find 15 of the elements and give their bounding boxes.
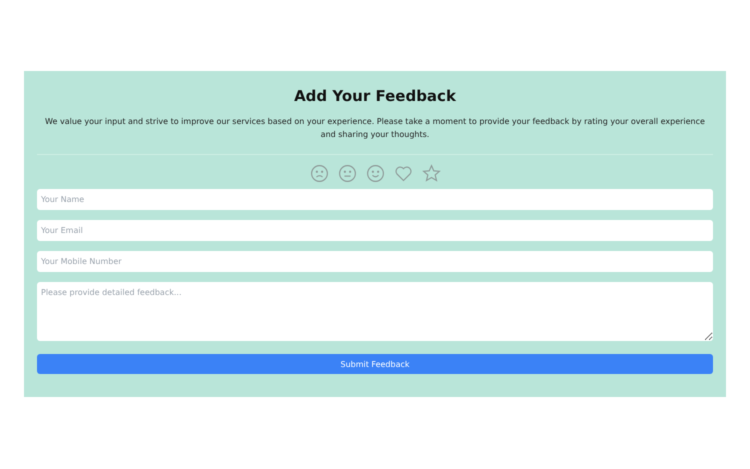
star-icon xyxy=(420,163,442,184)
happy-rating-button[interactable] xyxy=(364,163,386,184)
submit-button[interactable]: Submit Feedback xyxy=(37,354,713,374)
input-field[interactable]: Your Email xyxy=(37,220,713,241)
feedback-field[interactable]: Please provide detailed feedback... xyxy=(37,282,713,341)
input-field[interactable]: Your Mobile Number xyxy=(37,251,713,272)
star-rating-button[interactable] xyxy=(420,163,442,184)
sad-face-icon xyxy=(308,163,330,184)
smiley-face-icon xyxy=(364,163,386,184)
input-field[interactable]: Your Name xyxy=(37,189,713,210)
sad-rating-button[interactable] xyxy=(308,163,330,184)
form-title: Add Your Feedback xyxy=(294,87,456,105)
form-description: We value your input and strive to improve our services based on your experience. Please take a moment to provide your feedback by rating your overall experience and sharing your thoughts. xyxy=(44,116,706,141)
neutral-face-icon xyxy=(336,163,358,184)
neutral-rating-button[interactable] xyxy=(336,163,358,184)
